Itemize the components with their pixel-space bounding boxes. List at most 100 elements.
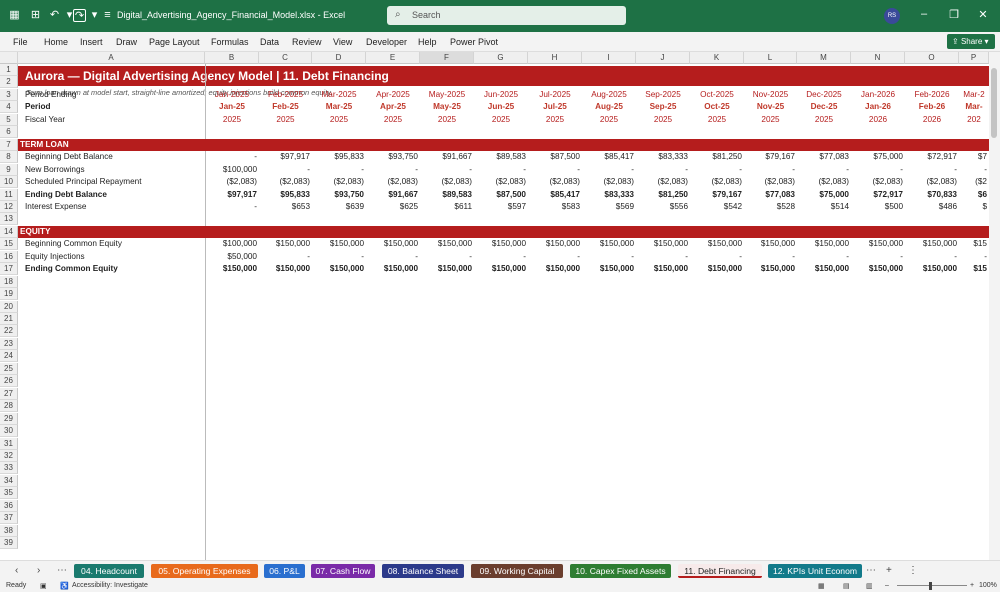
table-cell[interactable]: - (582, 164, 636, 177)
menu-data[interactable]: Data (260, 37, 279, 47)
table-cell[interactable]: ($2,083) (259, 176, 312, 189)
table-cell[interactable]: $72,917 (851, 189, 905, 202)
table-cell[interactable]: Mar-25 (312, 101, 366, 114)
row-header-8[interactable]: 8 (0, 151, 18, 164)
page-break-view-icon[interactable]: ▥ (866, 582, 873, 590)
worksheet-grid[interactable]: Aurora — Digital Advertising Agency Mode… (18, 64, 989, 560)
column-header-o[interactable]: O (905, 52, 959, 64)
table-cell[interactable]: $79,167 (690, 189, 744, 202)
row-label[interactable]: New Borrowings (25, 164, 205, 177)
table-cell[interactable]: - (582, 251, 636, 264)
table-cell[interactable]: $87,500 (528, 151, 582, 164)
avatar[interactable]: RS (884, 8, 900, 24)
row-header-18[interactable]: 18 (0, 275, 18, 288)
row-header-1[interactable]: 1 (0, 64, 18, 76)
row-header-16[interactable]: 16 (0, 250, 18, 263)
zoom-slider-thumb[interactable] (929, 582, 932, 590)
table-cell[interactable]: $7 (959, 151, 989, 164)
table-cell[interactable]: Dec-2025 (797, 89, 851, 102)
table-cell[interactable]: $150,000 (366, 238, 420, 251)
table-cell[interactable]: $89,583 (420, 189, 474, 202)
table-cell[interactable]: 2025 (744, 114, 797, 127)
restore-icon[interactable]: ❐ (946, 8, 962, 21)
table-cell[interactable]: Sep-2025 (636, 89, 690, 102)
table-cell[interactable]: $514 (797, 201, 851, 214)
table-cell[interactable]: $150,000 (636, 238, 690, 251)
zoom-out-icon[interactable]: – (885, 582, 889, 589)
row-header-11[interactable]: 11 (0, 188, 18, 201)
table-cell[interactable]: $150,000 (474, 238, 528, 251)
row-label[interactable]: Beginning Common Equity (25, 238, 205, 251)
table-cell[interactable]: - (366, 164, 420, 177)
table-cell[interactable]: $93,750 (366, 151, 420, 164)
table-cell[interactable]: $79,167 (744, 151, 797, 164)
row-label[interactable]: Period (25, 101, 205, 114)
table-cell[interactable]: $85,417 (582, 151, 636, 164)
row-header-3[interactable]: 3 (0, 88, 18, 101)
table-cell[interactable]: $150,000 (690, 238, 744, 251)
table-cell[interactable]: - (797, 164, 851, 177)
row-header-5[interactable]: 5 (0, 113, 18, 126)
table-cell[interactable]: Aug-25 (582, 101, 636, 114)
table-cell[interactable]: $556 (636, 201, 690, 214)
menu-file[interactable]: File (13, 37, 28, 47)
table-cell[interactable]: $75,000 (797, 189, 851, 202)
table-cell[interactable]: Feb-25 (259, 101, 312, 114)
next-sheet-icon[interactable]: › (37, 565, 40, 576)
table-cell[interactable]: ($2,083) (312, 176, 366, 189)
table-cell[interactable]: $97,917 (205, 189, 259, 202)
column-header-g[interactable]: G (474, 52, 528, 64)
customize-toolbar-icon[interactable]: ≡ (101, 9, 114, 22)
row-header-30[interactable]: 30 (0, 425, 18, 438)
table-cell[interactable]: $569 (582, 201, 636, 214)
table-cell[interactable]: ($2,083) (474, 176, 528, 189)
row-header-29[interactable]: 29 (0, 412, 18, 425)
table-cell[interactable]: $486 (905, 201, 959, 214)
column-header-n[interactable]: N (851, 52, 905, 64)
table-cell[interactable]: - (690, 251, 744, 264)
table-cell[interactable]: ($2 (959, 176, 989, 189)
table-cell[interactable]: 2025 (259, 114, 312, 127)
table-cell[interactable]: $150,000 (582, 263, 636, 276)
table-cell[interactable]: $150,000 (420, 263, 474, 276)
row-header-12[interactable]: 12 (0, 200, 18, 213)
column-header-m[interactable]: M (797, 52, 851, 64)
table-cell[interactable]: Jun-2025 (474, 89, 528, 102)
table-cell[interactable]: - (366, 251, 420, 264)
table-cell[interactable]: $15 (959, 238, 989, 251)
table-cell[interactable]: $653 (259, 201, 312, 214)
row-header-24[interactable]: 24 (0, 350, 18, 363)
table-cell[interactable]: $150,000 (905, 263, 959, 276)
add-sheet-icon[interactable]: + (886, 565, 892, 576)
row-header-26[interactable]: 26 (0, 375, 18, 388)
table-cell[interactable]: $87,500 (474, 189, 528, 202)
table-cell[interactable]: ($2,083) (690, 176, 744, 189)
table-cell[interactable]: $150,000 (905, 238, 959, 251)
table-cell[interactable]: $150,000 (474, 263, 528, 276)
zoom-slider[interactable] (897, 585, 967, 586)
table-cell[interactable]: - (205, 151, 259, 164)
column-header-j[interactable]: J (636, 52, 690, 64)
table-cell[interactable]: $72,917 (905, 151, 959, 164)
table-cell[interactable]: $ (959, 201, 989, 214)
more-tabs-icon[interactable]: ⋯ (866, 565, 876, 576)
table-cell[interactable]: 202 (959, 114, 989, 127)
row-label[interactable]: Scheduled Principal Repayment (25, 176, 205, 189)
row-header-36[interactable]: 36 (0, 499, 18, 512)
table-cell[interactable]: 2025 (528, 114, 582, 127)
table-cell[interactable]: $91,667 (420, 151, 474, 164)
column-header-a[interactable]: A (18, 52, 205, 64)
table-cell[interactable]: ($2,083) (205, 176, 259, 189)
table-cell[interactable]: - (905, 164, 959, 177)
table-cell[interactable]: - (474, 251, 528, 264)
table-cell[interactable]: $81,250 (636, 189, 690, 202)
tab-4[interactable]: 04. Headcount (74, 564, 144, 578)
table-cell[interactable]: Oct-2025 (690, 89, 744, 102)
table-cell[interactable]: - (636, 164, 690, 177)
table-cell[interactable]: 2025 (690, 114, 744, 127)
column-header-k[interactable]: K (690, 52, 744, 64)
search-input[interactable]: ⌕ Search (387, 6, 626, 25)
menu-page-layout[interactable]: Page Layout (149, 37, 200, 47)
table-cell[interactable]: $83,333 (582, 189, 636, 202)
table-cell[interactable]: $95,833 (312, 151, 366, 164)
